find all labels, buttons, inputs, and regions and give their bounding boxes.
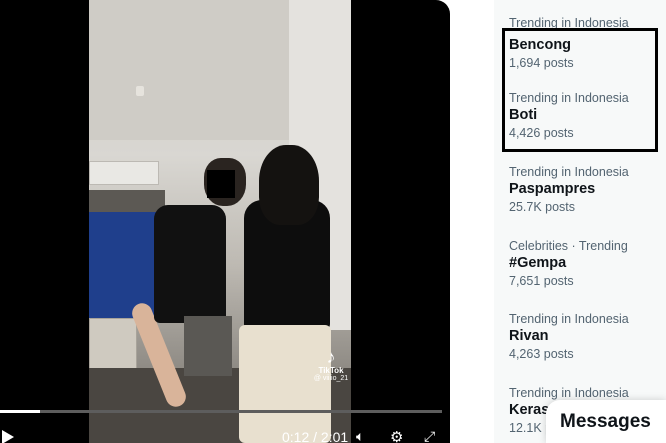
video-progress-bar[interactable] xyxy=(0,410,442,413)
messages-label: Messages xyxy=(560,411,651,432)
video-player[interactable]: ♪ TikTok @ viiiio_21 0:12 / 2:01 🔈︎ ⚙ ⤢ xyxy=(0,0,450,443)
video-frame[interactable]: ♪ TikTok @ viiiio_21 xyxy=(89,0,351,443)
trend-posts: 7,651 posts xyxy=(509,274,574,288)
trend-meta: Trending in Indonesia xyxy=(509,312,629,326)
video-time: 0:12 / 2:01 xyxy=(282,429,349,443)
trend-name: #Gempa xyxy=(509,255,567,271)
trend-meta: Celebrities · Trending xyxy=(509,239,628,253)
person-right-hair xyxy=(259,145,319,225)
scene-air-conditioner xyxy=(89,161,159,185)
person-left-skirt xyxy=(184,316,232,376)
messages-drawer[interactable]: Messages xyxy=(546,400,666,443)
trend-meta: Trending in Indonesia xyxy=(509,165,629,179)
tiktok-icon: ♪ xyxy=(326,347,336,367)
scene-ceiling-light xyxy=(136,86,144,96)
fullscreen-icon[interactable]: ⤢ xyxy=(424,428,435,443)
highlight-annotation-box xyxy=(502,28,658,152)
trend-meta: Trending in Indonesia xyxy=(509,386,629,400)
tiktok-watermark-handle: @ viiiio_21 xyxy=(313,375,349,382)
trend-posts: 4,263 posts xyxy=(509,347,574,361)
trend-item[interactable]: Trending in Indonesia Rivan 4,263 posts xyxy=(509,312,659,362)
gear-icon[interactable]: ⚙ xyxy=(390,428,403,443)
video-controls: 0:12 / 2:01 🔈︎ ⚙ ⤢ xyxy=(0,424,450,443)
volume-icon[interactable]: 🔈︎ xyxy=(356,428,364,443)
trend-item[interactable]: Trending in Indonesia Paspampres 25.7K p… xyxy=(509,165,659,215)
tiktok-watermark-name: TikTok xyxy=(318,366,344,375)
person-left-shirt xyxy=(154,205,226,323)
scene-window xyxy=(89,190,165,212)
tiktok-watermark: ♪ TikTok @ viiiio_21 xyxy=(311,348,351,382)
censor-box xyxy=(207,170,235,198)
trend-posts: 25.7K posts xyxy=(509,200,576,214)
video-progress-fill xyxy=(0,410,40,413)
trend-name: Rivan xyxy=(509,328,549,344)
trend-item[interactable]: Celebrities · Trending #Gempa 7,651 post… xyxy=(509,239,659,289)
play-icon[interactable] xyxy=(2,430,14,443)
trend-name: Paspampres xyxy=(509,181,596,197)
